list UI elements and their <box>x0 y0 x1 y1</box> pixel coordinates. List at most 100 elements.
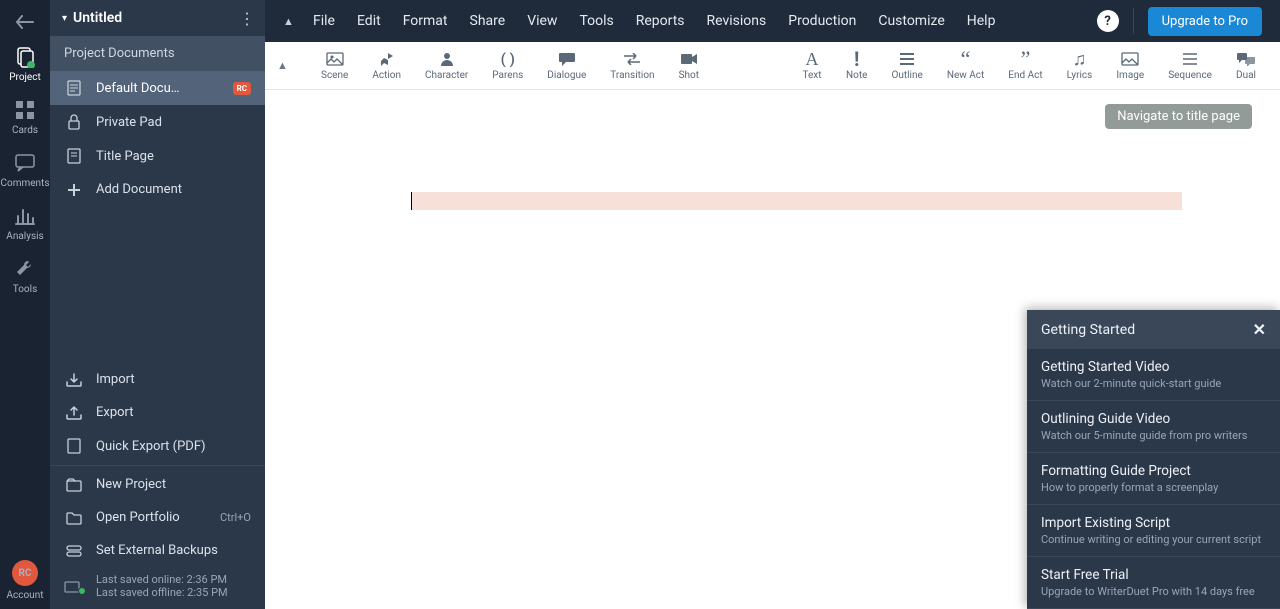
help-icon[interactable]: ? <box>1097 10 1119 32</box>
gs-item-desc: How to properly format a screenplay <box>1041 481 1266 494</box>
import-icon <box>64 373 84 387</box>
cards-icon <box>14 99 36 121</box>
action-quick-export[interactable]: Quick Export (PDF) <box>50 429 265 463</box>
rail-tools[interactable]: Tools <box>0 248 50 301</box>
quote-open-icon: “ <box>956 50 976 68</box>
gs-item-title: Formatting Guide Project <box>1041 463 1266 479</box>
doc-default[interactable]: Default Docu… RC <box>50 71 265 105</box>
action-new-project[interactable]: New Project <box>50 468 265 501</box>
format-toolbar: ▲ Scene Action Character ( )Parens Dialo… <box>265 42 1280 90</box>
menu-customize[interactable]: Customize <box>878 13 944 29</box>
tool-scene[interactable]: Scene <box>309 50 360 81</box>
rail-label: Tools <box>13 284 37 295</box>
separator <box>1133 8 1134 34</box>
arrow-left-icon <box>16 15 34 29</box>
back-button[interactable] <box>0 8 50 36</box>
tool-dual[interactable]: Dual <box>1224 50 1268 81</box>
tool-newact[interactable]: “New Act <box>935 50 996 81</box>
tool-character[interactable]: Character <box>413 50 480 81</box>
note-icon: ! <box>847 50 867 68</box>
project-panel: ▾ Untitled ⋮ Project Documents Default D… <box>50 0 265 609</box>
action-icon <box>377 50 397 68</box>
gs-item-desc: Watch our 2-minute quick-start guide <box>1041 377 1266 390</box>
gs-item-trial[interactable]: Start Free Trial Upgrade to WriterDuet P… <box>1027 557 1280 609</box>
caret-down-icon[interactable]: ▾ <box>62 13 67 24</box>
character-icon <box>437 50 457 68</box>
doc-label: Default Docu… <box>96 81 227 96</box>
tool-label: Dialogue <box>547 70 586 81</box>
doc-label: Private Pad <box>96 115 251 130</box>
user-badge: RC <box>233 82 251 95</box>
menu-view[interactable]: View <box>527 13 557 29</box>
menu-share[interactable]: Share <box>470 13 506 29</box>
tool-shot[interactable]: Shot <box>667 50 711 81</box>
more-icon[interactable]: ⋮ <box>239 9 253 28</box>
caret-up-icon[interactable]: ▲ <box>277 59 301 72</box>
doc-title-page[interactable]: Title Page <box>50 139 265 173</box>
project-title[interactable]: Untitled <box>73 10 239 26</box>
gs-item-video[interactable]: Getting Started Video Watch our 2-minute… <box>1027 349 1280 401</box>
gs-title: Getting Started <box>1041 322 1253 338</box>
add-document[interactable]: Add Document <box>50 173 265 206</box>
menu-format[interactable]: Format <box>403 13 448 29</box>
close-icon[interactable]: ✕ <box>1253 320 1266 339</box>
action-export[interactable]: Export <box>50 396 265 429</box>
menu-tools[interactable]: Tools <box>579 13 613 29</box>
gs-item-desc: Continue writing or editing your current… <box>1041 533 1266 546</box>
avatar: RC <box>12 560 38 586</box>
gs-header: Getting Started ✕ <box>1027 310 1280 349</box>
gs-item-formatting[interactable]: Formatting Guide Project How to properly… <box>1027 453 1280 505</box>
rail-project[interactable]: Project <box>0 36 50 89</box>
dialogue-icon <box>557 50 577 68</box>
action-label: Open Portfolio <box>96 510 220 525</box>
tool-dialogue[interactable]: Dialogue <box>535 50 598 81</box>
tool-text[interactable]: AText <box>790 50 834 81</box>
action-label: Quick Export (PDF) <box>96 439 251 454</box>
tool-transition[interactable]: Transition <box>598 50 666 81</box>
title-page-tooltip[interactable]: Navigate to title page <box>1105 104 1252 129</box>
lock-icon <box>64 114 84 130</box>
rail-comments[interactable]: Comments <box>0 142 50 195</box>
menu-file[interactable]: File <box>313 13 335 29</box>
rail-cards[interactable]: Cards <box>0 89 50 142</box>
tool-note[interactable]: !Note <box>834 50 879 81</box>
gs-item-title: Start Free Trial <box>1041 567 1266 583</box>
comments-icon <box>14 152 36 174</box>
tool-parens[interactable]: ( )Parens <box>480 50 535 81</box>
doc-private-pad[interactable]: Private Pad <box>50 105 265 139</box>
tool-label: Text <box>803 70 822 81</box>
menu-edit[interactable]: Edit <box>357 13 381 29</box>
action-import[interactable]: Import <box>50 363 265 396</box>
rail-analysis[interactable]: Analysis <box>0 195 50 248</box>
caret-up-icon[interactable]: ▲ <box>283 15 303 28</box>
menu-revisions[interactable]: Revisions <box>707 13 767 29</box>
shortcut: Ctrl+O <box>220 511 251 524</box>
rail-account[interactable]: RC Account <box>0 552 50 609</box>
scene-icon <box>325 50 345 68</box>
gs-item-import[interactable]: Import Existing Script Continue writing … <box>1027 505 1280 557</box>
menu-production[interactable]: Production <box>788 13 856 29</box>
tool-label: Shot <box>679 70 699 81</box>
tools-icon <box>14 258 36 280</box>
tool-label: Character <box>425 70 468 81</box>
tool-action[interactable]: Action <box>360 50 413 81</box>
save-status: Last saved online: 2:36 PM Last saved of… <box>50 567 265 609</box>
backup-icon <box>64 545 84 557</box>
gs-item-outlining[interactable]: Outlining Guide Video Watch our 5-minute… <box>1027 401 1280 453</box>
tool-image[interactable]: Image <box>1104 50 1156 81</box>
tool-sequence[interactable]: Sequence <box>1156 50 1224 81</box>
action-open-portfolio[interactable]: Open Portfolio Ctrl+O <box>50 501 265 534</box>
menu-reports[interactable]: Reports <box>636 13 685 29</box>
tool-endact[interactable]: ”End Act <box>996 50 1054 81</box>
page-icon <box>64 148 84 164</box>
tool-label: Sequence <box>1168 70 1212 81</box>
action-backups[interactable]: Set External Backups <box>50 534 265 567</box>
menu-help[interactable]: Help <box>967 13 996 29</box>
gs-item-desc: Watch our 5-minute guide from pro writer… <box>1041 429 1266 442</box>
shot-icon <box>679 50 699 68</box>
tool-outline[interactable]: Outline <box>879 50 934 81</box>
left-rail: Project Cards Comments Analysis Tools RC… <box>0 0 50 609</box>
rail-label: Account <box>6 590 43 601</box>
upgrade-button[interactable]: Upgrade to Pro <box>1148 7 1262 36</box>
tool-lyrics[interactable]: ♫Lyrics <box>1055 50 1105 81</box>
